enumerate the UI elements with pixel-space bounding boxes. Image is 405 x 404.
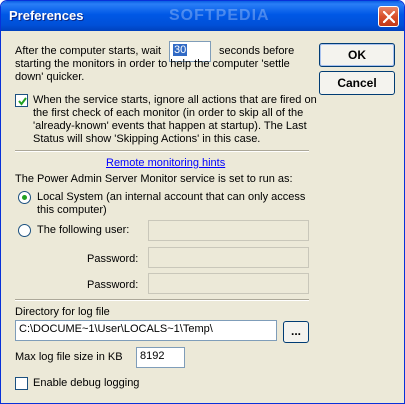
separator [15, 150, 309, 152]
close-button[interactable] [378, 6, 399, 27]
local-system-radio[interactable] [18, 191, 31, 204]
wait-seconds-value: 30 [173, 44, 188, 56]
debug-logging-label: Enable debug logging [33, 377, 140, 389]
debug-logging-checkbox[interactable] [15, 377, 28, 390]
title-bar[interactable]: Preferences SOFTPEDIA [1, 1, 404, 31]
following-user-label: The following user: [37, 224, 130, 236]
ignore-actions-line1: When the service starts, ignore all acti… [33, 94, 317, 106]
ok-button-label: OK [348, 48, 366, 62]
password-label: Password: [87, 253, 139, 265]
ignore-actions-line4: Status will show 'Skipping Actions' in t… [33, 133, 261, 145]
local-system-line2: this computer) [37, 204, 107, 216]
password-confirm-field[interactable] [148, 273, 309, 294]
close-icon [383, 11, 395, 23]
password-confirm-label: Password: [87, 279, 139, 291]
startup-wait-line2: starting the monitors in order to help t… [15, 58, 290, 70]
remote-monitoring-hints-link[interactable]: Remote monitoring hints [106, 157, 225, 170]
startup-wait-label: After the computer starts, wait [15, 45, 162, 57]
max-log-size-input[interactable]: 8192 [136, 347, 185, 368]
local-system-line1: Local System (an internal account that c… [37, 191, 306, 203]
max-log-size-label: Max log file size in KB [15, 351, 123, 363]
radio-selected-dot [22, 195, 27, 200]
ignore-actions-line3: 'already-known' events that happen at st… [33, 120, 307, 132]
ignore-actions-checkbox[interactable] [15, 94, 28, 107]
following-user-radio[interactable] [18, 224, 31, 237]
password-field[interactable] [148, 247, 309, 268]
cancel-button-label: Cancel [337, 76, 377, 90]
log-directory-label: Directory for log file [15, 306, 110, 318]
window-title: Preferences [9, 8, 84, 23]
separator [15, 299, 309, 301]
ignore-actions-line2: the first check of each monitor (in orde… [33, 107, 304, 119]
browse-button[interactable]: ... [283, 321, 309, 343]
user-name-field[interactable] [148, 220, 309, 241]
run-as-label: The Power Admin Server Monitor service i… [15, 173, 293, 185]
startup-wait-suffix: seconds before [219, 45, 295, 57]
browse-button-label: ... [290, 324, 301, 338]
softpedia-watermark: SOFTPEDIA [169, 7, 270, 24]
cancel-button[interactable]: Cancel [319, 71, 395, 95]
ok-button[interactable]: OK [319, 43, 395, 67]
startup-wait-line3: down' quicker. [15, 71, 85, 83]
checkmark-icon [18, 97, 27, 106]
log-directory-input[interactable]: C:\DOCUME~1\User\LOCALS~1\Temp\ [15, 320, 277, 341]
preferences-dialog: Preferences SOFTPEDIA After the computer… [0, 0, 405, 404]
